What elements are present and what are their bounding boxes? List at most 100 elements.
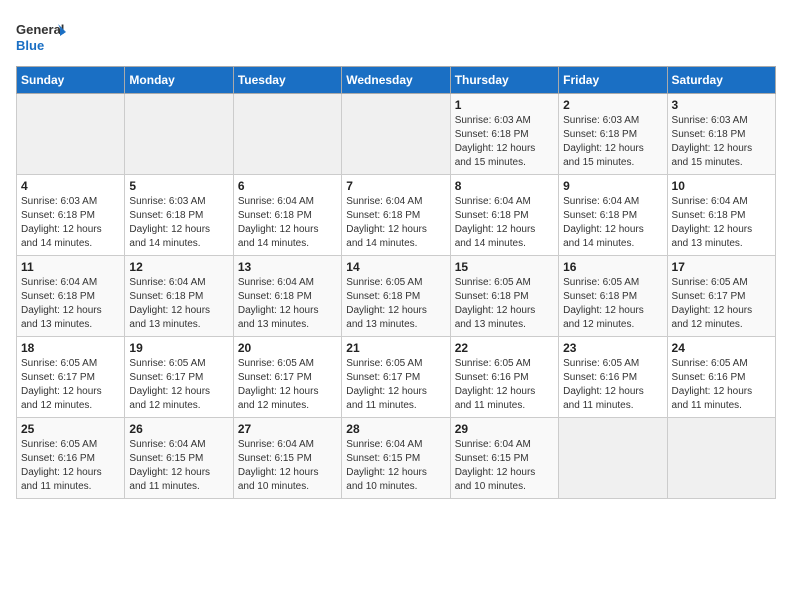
day-info: Sunrise: 6:04 AM Sunset: 6:18 PM Dayligh… xyxy=(238,195,337,251)
day-number: 26 xyxy=(129,422,228,436)
calendar-cell: 4 Sunrise: 6:03 AM Sunset: 6:18 PM Daylig… xyxy=(17,175,125,256)
day-number: 15 xyxy=(455,260,554,274)
dow-cell: Monday xyxy=(125,67,233,94)
calendar-cell: 20 Sunrise: 6:05 AM Sunset: 6:17 PM Dayli… xyxy=(233,337,341,418)
svg-text:General: General xyxy=(16,22,64,37)
day-number: 2 xyxy=(563,98,662,112)
calendar-cell: 21 Sunrise: 6:05 AM Sunset: 6:17 PM Dayli… xyxy=(342,337,450,418)
dow-cell: Thursday xyxy=(450,67,558,94)
day-number: 22 xyxy=(455,341,554,355)
day-info: Sunrise: 6:05 AM Sunset: 6:16 PM Dayligh… xyxy=(672,357,771,413)
calendar-cell: 5 Sunrise: 6:03 AM Sunset: 6:18 PM Daylig… xyxy=(125,175,233,256)
day-info: Sunrise: 6:05 AM Sunset: 6:18 PM Dayligh… xyxy=(455,276,554,332)
calendar-cell: 23 Sunrise: 6:05 AM Sunset: 6:16 PM Dayli… xyxy=(559,337,667,418)
calendar-cell: 13 Sunrise: 6:04 AM Sunset: 6:18 PM Dayli… xyxy=(233,256,341,337)
calendar-cell: 2 Sunrise: 6:03 AM Sunset: 6:18 PM Daylig… xyxy=(559,94,667,175)
calendar-week-row: 11Sunrise: 6:04 AM Sunset: 6:18 PM Dayli… xyxy=(17,256,776,337)
calendar-cell xyxy=(125,94,233,175)
calendar-cell: 8Sunrise: 6:04 AM Sunset: 6:18 PM Daylig… xyxy=(450,175,558,256)
day-info: Sunrise: 6:05 AM Sunset: 6:17 PM Dayligh… xyxy=(672,276,771,332)
day-number: 12 xyxy=(129,260,228,274)
calendar-cell: 16 Sunrise: 6:05 AM Sunset: 6:18 PM Dayli… xyxy=(559,256,667,337)
calendar-cell xyxy=(17,94,125,175)
calendar-cell: 17 Sunrise: 6:05 AM Sunset: 6:17 PM Dayli… xyxy=(667,256,775,337)
day-info: Sunrise: 6:04 AM Sunset: 6:18 PM Dayligh… xyxy=(455,195,554,251)
day-number: 9 xyxy=(563,179,662,193)
day-number: 14 xyxy=(346,260,445,274)
day-info: Sunrise: 6:03 AM Sunset: 6:18 PM Dayligh… xyxy=(129,195,228,251)
calendar-table: SundayMondayTuesdayWednesdayThursdayFrid… xyxy=(16,66,776,499)
calendar-week-row: 1 Sunrise: 6:03 AM Sunset: 6:18 PM Daylig… xyxy=(17,94,776,175)
day-info: Sunrise: 6:04 AM Sunset: 6:18 PM Dayligh… xyxy=(563,195,662,251)
calendar-cell xyxy=(559,418,667,499)
day-info: Sunrise: 6:03 AM Sunset: 6:18 PM Dayligh… xyxy=(672,114,771,170)
day-info: Sunrise: 6:05 AM Sunset: 6:16 PM Dayligh… xyxy=(21,438,120,494)
day-number: 21 xyxy=(346,341,445,355)
day-info: Sunrise: 6:04 AM Sunset: 6:15 PM Dayligh… xyxy=(129,438,228,494)
calendar-cell xyxy=(233,94,341,175)
day-info: Sunrise: 6:04 AM Sunset: 6:18 PM Dayligh… xyxy=(346,195,445,251)
day-number: 29 xyxy=(455,422,554,436)
day-info: Sunrise: 6:05 AM Sunset: 6:17 PM Dayligh… xyxy=(238,357,337,413)
day-number: 5 xyxy=(129,179,228,193)
day-number: 24 xyxy=(672,341,771,355)
day-info: Sunrise: 6:05 AM Sunset: 6:18 PM Dayligh… xyxy=(563,276,662,332)
day-number: 3 xyxy=(672,98,771,112)
page-header: General Blue xyxy=(16,16,776,56)
calendar-cell: 15 Sunrise: 6:05 AM Sunset: 6:18 PM Dayli… xyxy=(450,256,558,337)
calendar-cell: 1 Sunrise: 6:03 AM Sunset: 6:18 PM Daylig… xyxy=(450,94,558,175)
calendar-cell: 3 Sunrise: 6:03 AM Sunset: 6:18 PM Daylig… xyxy=(667,94,775,175)
calendar-cell: 26 Sunrise: 6:04 AM Sunset: 6:15 PM Dayli… xyxy=(125,418,233,499)
day-info: Sunrise: 6:04 AM Sunset: 6:18 PM Dayligh… xyxy=(21,276,120,332)
calendar-cell: 27Sunrise: 6:04 AM Sunset: 6:15 PM Dayli… xyxy=(233,418,341,499)
day-number: 25 xyxy=(21,422,120,436)
calendar-cell: 6Sunrise: 6:04 AM Sunset: 6:18 PM Daylig… xyxy=(233,175,341,256)
day-number: 1 xyxy=(455,98,554,112)
day-info: Sunrise: 6:04 AM Sunset: 6:18 PM Dayligh… xyxy=(672,195,771,251)
day-info: Sunrise: 6:05 AM Sunset: 6:17 PM Dayligh… xyxy=(346,357,445,413)
logo: General Blue xyxy=(16,16,66,56)
logo-svg: General Blue xyxy=(16,16,66,56)
day-info: Sunrise: 6:05 AM Sunset: 6:17 PM Dayligh… xyxy=(21,357,120,413)
day-number: 27 xyxy=(238,422,337,436)
calendar-cell: 22 Sunrise: 6:05 AM Sunset: 6:16 PM Dayli… xyxy=(450,337,558,418)
day-info: Sunrise: 6:03 AM Sunset: 6:18 PM Dayligh… xyxy=(563,114,662,170)
day-info: Sunrise: 6:05 AM Sunset: 6:17 PM Dayligh… xyxy=(129,357,228,413)
calendar-cell: 7 Sunrise: 6:04 AM Sunset: 6:18 PM Daylig… xyxy=(342,175,450,256)
day-number: 23 xyxy=(563,341,662,355)
calendar-cell xyxy=(667,418,775,499)
dow-cell: Wednesday xyxy=(342,67,450,94)
calendar-cell: 29 Sunrise: 6:04 AM Sunset: 6:15 PM Dayli… xyxy=(450,418,558,499)
day-info: Sunrise: 6:04 AM Sunset: 6:18 PM Dayligh… xyxy=(129,276,228,332)
day-info: Sunrise: 6:05 AM Sunset: 6:16 PM Dayligh… xyxy=(563,357,662,413)
dow-cell: Sunday xyxy=(17,67,125,94)
day-number: 18 xyxy=(21,341,120,355)
day-number: 16 xyxy=(563,260,662,274)
dow-cell: Saturday xyxy=(667,67,775,94)
day-number: 19 xyxy=(129,341,228,355)
calendar-cell: 18 Sunrise: 6:05 AM Sunset: 6:17 PM Dayli… xyxy=(17,337,125,418)
calendar-cell xyxy=(342,94,450,175)
day-number: 13 xyxy=(238,260,337,274)
svg-text:Blue: Blue xyxy=(16,38,44,53)
dow-cell: Tuesday xyxy=(233,67,341,94)
calendar-cell: 9 Sunrise: 6:04 AM Sunset: 6:18 PM Daylig… xyxy=(559,175,667,256)
day-info: Sunrise: 6:05 AM Sunset: 6:16 PM Dayligh… xyxy=(455,357,554,413)
day-info: Sunrise: 6:03 AM Sunset: 6:18 PM Dayligh… xyxy=(455,114,554,170)
calendar-cell: 28Sunrise: 6:04 AM Sunset: 6:15 PM Dayli… xyxy=(342,418,450,499)
calendar-cell: 11Sunrise: 6:04 AM Sunset: 6:18 PM Dayli… xyxy=(17,256,125,337)
day-number: 20 xyxy=(238,341,337,355)
day-info: Sunrise: 6:04 AM Sunset: 6:15 PM Dayligh… xyxy=(455,438,554,494)
calendar-body: 1 Sunrise: 6:03 AM Sunset: 6:18 PM Daylig… xyxy=(17,94,776,499)
calendar-cell: 12 Sunrise: 6:04 AM Sunset: 6:18 PM Dayli… xyxy=(125,256,233,337)
day-info: Sunrise: 6:05 AM Sunset: 6:18 PM Dayligh… xyxy=(346,276,445,332)
calendar-week-row: 25 Sunrise: 6:05 AM Sunset: 6:16 PM Dayli… xyxy=(17,418,776,499)
calendar-week-row: 4 Sunrise: 6:03 AM Sunset: 6:18 PM Daylig… xyxy=(17,175,776,256)
day-number: 7 xyxy=(346,179,445,193)
dow-cell: Friday xyxy=(559,67,667,94)
day-info: Sunrise: 6:04 AM Sunset: 6:15 PM Dayligh… xyxy=(346,438,445,494)
day-number: 4 xyxy=(21,179,120,193)
day-number: 17 xyxy=(672,260,771,274)
day-info: Sunrise: 6:03 AM Sunset: 6:18 PM Dayligh… xyxy=(21,195,120,251)
day-info: Sunrise: 6:04 AM Sunset: 6:18 PM Dayligh… xyxy=(238,276,337,332)
